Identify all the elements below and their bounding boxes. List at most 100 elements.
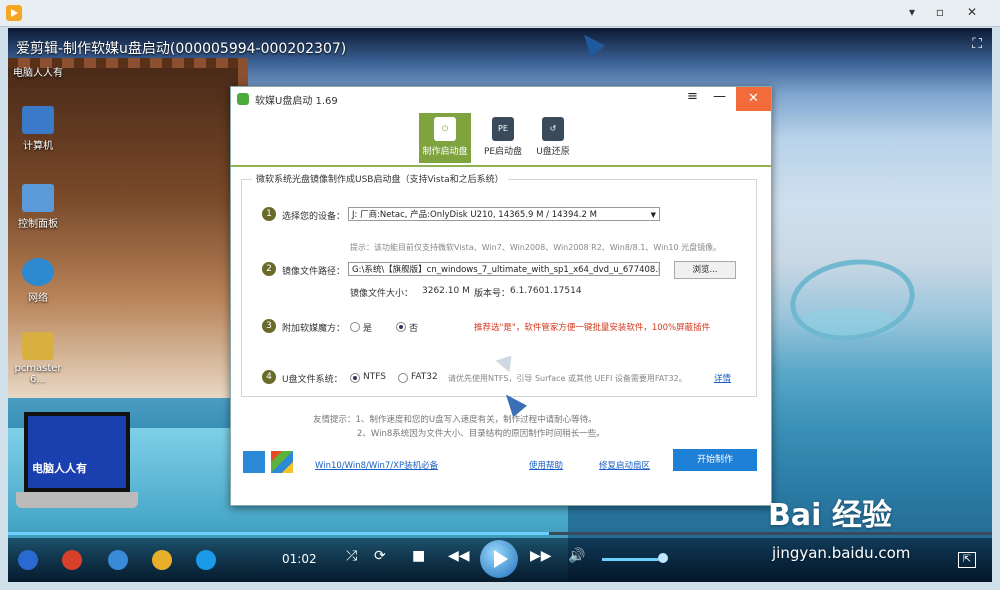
- tab-pe-boot-disk[interactable]: PE PE启动盘: [477, 113, 529, 163]
- cursor-icon: [577, 28, 605, 58]
- tab-label: 制作启动盘: [422, 147, 468, 157]
- step-badge-1: 1: [262, 207, 276, 221]
- fat32-label: FAT32: [411, 372, 438, 382]
- device-select-value: J: 厂商:Netac, 产品:OnlyDisk U210, 14365.9 M…: [352, 210, 597, 220]
- version-value: 6.1.7601.17514: [510, 286, 582, 296]
- dialog-tabs: ⏻ 制作启动盘 PE PE启动盘 ↺ U盘还原: [231, 111, 771, 167]
- stop-icon[interactable]: ■: [412, 548, 425, 564]
- install-essentials-link[interactable]: Win10/Win8/Win7/XP装机必备: [315, 459, 438, 471]
- shuffle-icon[interactable]: ⤮: [346, 548, 357, 564]
- settings-group: 微软系统光盘镜像制作成USB启动盘（支持Vista和之后系统） 1 选择您的设备…: [241, 172, 757, 397]
- laptop-base: [16, 492, 138, 508]
- windows-logo-icon: [243, 451, 265, 473]
- desktop-icon-network[interactable]: 网络: [10, 258, 66, 304]
- tab-make-boot-disk[interactable]: ⏻ 制作启动盘: [419, 113, 471, 163]
- step-badge-2: 2: [262, 262, 276, 276]
- filesystem-note: 请优先使用NTFS，引导 Surface 或其他 UEFI 设备需要用FAT32…: [448, 374, 687, 383]
- ntfs-label: NTFS: [363, 372, 386, 382]
- image-path-value: G:\系统\【旗舰版】cn_windows_7_ultimate_with_sp…: [352, 265, 660, 275]
- browse-button[interactable]: 浏览...: [674, 261, 736, 279]
- play-button[interactable]: [480, 540, 518, 578]
- video-title: 爱剪辑-制作软媒u盘启动(000005994-000202307): [16, 41, 347, 57]
- tab-usb-restore[interactable]: ↺ U盘还原: [527, 113, 579, 163]
- tab-label: PE启动盘: [483, 147, 523, 157]
- chrome-icon[interactable]: [152, 550, 172, 570]
- help-link[interactable]: 使用帮助: [529, 459, 563, 471]
- addon-recommend-text: 推荐选"是"，软件管家方便一键批量安装软件，100%屏蔽插件: [474, 323, 711, 333]
- volume-knob[interactable]: [658, 553, 668, 563]
- addon-label: 附加软媒魔方：: [282, 324, 346, 334]
- version-label: 版本号：: [474, 289, 511, 299]
- dialog-minimize-button[interactable]: —: [713, 89, 726, 104]
- desktop-icon-control-panel[interactable]: 控制面板: [10, 184, 66, 230]
- fat32-radio[interactable]: [398, 373, 408, 383]
- desktop-icon-label: 计算机: [23, 141, 53, 152]
- image-path-label: 镜像文件路径：: [282, 267, 346, 277]
- step-badge-4: 4: [262, 370, 276, 384]
- usb-boot-dialog: 软媒U盘启动 1.69 ≡ — ✕ ⏻ 制作启动盘 PE PE启动盘 ↺ U盘还…: [230, 86, 772, 506]
- addon-yes-radio[interactable]: [350, 322, 360, 332]
- group-title: 微软系统光盘镜像制作成USB启动盘（支持Vista和之后系统）: [252, 172, 508, 185]
- desktop-icon-label: 网络: [28, 293, 48, 304]
- laptop-screen: 电脑人人有: [24, 412, 130, 492]
- usb-power-icon: ⏻: [434, 117, 456, 141]
- step-badge-3: 3: [262, 319, 276, 333]
- network-icon: [22, 258, 54, 286]
- repeat-icon[interactable]: ⟳: [374, 548, 386, 564]
- laptop-text: 电脑人人有: [32, 462, 87, 475]
- rewind-icon[interactable]: ◀◀: [448, 548, 470, 564]
- window-titlebar: ▾ ▫ ✕: [0, 0, 1000, 27]
- windows-xp-logo-icon: [271, 451, 293, 473]
- taskbar-app-icon[interactable]: [62, 550, 82, 570]
- restore-button[interactable]: ▫: [930, 3, 950, 21]
- device-select[interactable]: J: 厂商:Netac, 产品:OnlyDisk U210, 14365.9 M…: [348, 207, 660, 221]
- fast-forward-icon[interactable]: ▶▶: [530, 548, 552, 564]
- ie-icon[interactable]: [108, 550, 128, 570]
- desktop-icon-computer[interactable]: 计算机: [10, 106, 66, 152]
- baidu-watermark: Bai 经验: [768, 498, 892, 533]
- desktop-icon-label: 控制面板: [18, 219, 58, 230]
- volume-slider[interactable]: [602, 558, 664, 561]
- taskbar-browser-icon[interactable]: [196, 550, 216, 570]
- player-window: ▾ ▫ ✕ 爱剪辑-制作软媒u盘启动(000005994-000202307) …: [0, 0, 1000, 590]
- usb-restore-icon: ↺: [542, 117, 564, 141]
- seek-bar-fill: [8, 532, 550, 535]
- detail-link[interactable]: 详情: [714, 372, 731, 384]
- device-label: 选择您的设备：: [282, 212, 346, 222]
- start-button[interactable]: 开始制作: [673, 449, 757, 471]
- volume-icon[interactable]: 🔊: [568, 548, 585, 564]
- minimize-button[interactable]: ▾: [902, 3, 922, 21]
- playback-time: 01:02: [282, 552, 317, 566]
- chevron-down-icon: ▼: [650, 211, 656, 219]
- image-path-input[interactable]: G:\系统\【旗舰版】cn_windows_7_ultimate_with_sp…: [348, 262, 660, 276]
- addon-no-label: 否: [409, 324, 419, 334]
- desktop-icon-label: 电脑人人有: [13, 68, 63, 79]
- tips-line-2: 2、Win8系统因为文件大小、目录结构的原因制作时间稍长一些。: [357, 429, 605, 439]
- close-button[interactable]: ✕: [962, 3, 982, 21]
- size-value: 3262.10 M: [422, 286, 470, 296]
- fullscreen-icon[interactable]: ⛶: [972, 36, 982, 52]
- dialog-close-button[interactable]: ✕: [736, 87, 771, 111]
- usb-pe-icon: PE: [492, 117, 514, 141]
- control-panel-icon: [22, 184, 54, 212]
- baidu-watermark-url: jingyan.baidu.com: [772, 544, 911, 562]
- app-icon: [6, 5, 22, 21]
- desktop-icon-pcmaster[interactable]: pcmaster 6...: [10, 332, 66, 385]
- support-hint: 提示：该功能目前仅支持微软Vista、Win7、Win2008、Win2008 …: [350, 243, 722, 252]
- tab-label: U盘还原: [536, 147, 570, 157]
- laptop-logo: 电脑人人有: [16, 412, 138, 518]
- menu-icon[interactable]: ≡: [687, 89, 698, 104]
- dialog-titlebar: 软媒U盘启动 1.69 ≡ — ✕: [231, 87, 771, 111]
- filesystem-label: U盘文件系统：: [282, 375, 343, 385]
- repair-boot-link[interactable]: 修复启动扇区: [599, 459, 650, 471]
- tips-line-1: 友情提示：1、制作速度和您的U盘写入速度有关，制作过程中请耐心等待。: [313, 415, 597, 425]
- ntfs-radio[interactable]: [350, 373, 360, 383]
- expand-icon[interactable]: ⇱: [958, 552, 976, 568]
- desktop-icon-diannao[interactable]: 电脑人人有: [10, 64, 66, 79]
- folder-icon: [22, 332, 54, 360]
- size-label: 镜像文件大小：: [350, 289, 414, 299]
- start-orb-icon[interactable]: [18, 550, 38, 570]
- addon-no-radio[interactable]: [396, 322, 406, 332]
- addon-yes-label: 是: [363, 324, 373, 334]
- app-logo-icon: [237, 93, 249, 105]
